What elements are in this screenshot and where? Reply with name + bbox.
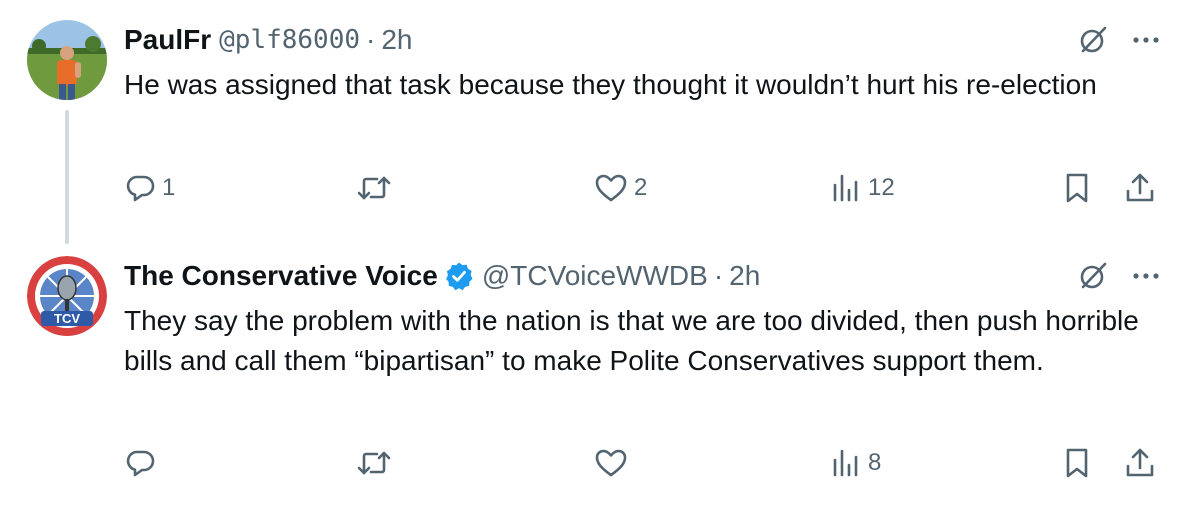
- thread-line: [65, 110, 69, 244]
- reply-button[interactable]: [124, 443, 162, 483]
- retweet-button[interactable]: [356, 168, 398, 208]
- verified-badge-icon[interactable]: [444, 261, 474, 291]
- avatar[interactable]: [27, 20, 107, 100]
- tweet-text: They say the problem with the nation is …: [124, 305, 1139, 376]
- bookmark-button[interactable]: [1062, 443, 1092, 483]
- grok-icon[interactable]: [1076, 23, 1110, 57]
- tweet-top-actions: [1076, 256, 1160, 296]
- like-icon: [594, 447, 628, 479]
- tweet-actions: 8: [124, 443, 1164, 483]
- tweet-2[interactable]: TCV The Conservative Voice @TCVoiceWWDB …: [0, 244, 1196, 506]
- share-icon: [1124, 171, 1156, 205]
- tweet-header: The Conservative Voice @TCVoiceWWDB · 2h: [124, 256, 760, 296]
- tweet-top-actions: [1076, 20, 1160, 60]
- share-button[interactable]: [1124, 443, 1156, 483]
- avatar[interactable]: TCV: [27, 256, 107, 336]
- like-button[interactable]: [594, 443, 634, 483]
- like-button[interactable]: 2: [594, 168, 647, 208]
- avatar-photo: [27, 20, 107, 100]
- handle[interactable]: @TCVoiceWWDB: [482, 256, 708, 296]
- handle[interactable]: @plf86000: [219, 20, 360, 60]
- avatar-badge-text: TCV: [54, 311, 80, 326]
- retweet-icon: [356, 172, 392, 204]
- bookmark-icon: [1062, 171, 1092, 205]
- separator: ·: [713, 260, 724, 291]
- views-count: 8: [868, 449, 882, 476]
- reply-count: 1: [162, 174, 176, 201]
- bookmark-icon: [1062, 446, 1092, 480]
- tweet-text: He was assigned that task because they t…: [124, 69, 1097, 100]
- display-name[interactable]: The Conservative Voice: [124, 256, 438, 296]
- tweet-header: PaulFr @plf86000 · 2h: [124, 20, 413, 60]
- bookmark-button[interactable]: [1062, 168, 1092, 208]
- views-button[interactable]: 8: [830, 443, 881, 483]
- views-count: 12: [868, 174, 895, 201]
- more-icon[interactable]: [1132, 271, 1160, 281]
- views-button[interactable]: 12: [830, 168, 895, 208]
- views-icon: [830, 447, 862, 479]
- grok-icon[interactable]: [1076, 259, 1110, 293]
- tweet-actions: 1 2 12: [124, 168, 1164, 208]
- separator: ·: [366, 24, 376, 55]
- avatar-logo: TCV: [27, 256, 107, 336]
- share-button[interactable]: [1124, 168, 1156, 208]
- retweet-icon: [356, 447, 392, 479]
- like-count: 2: [634, 174, 648, 201]
- reply-button[interactable]: 1: [124, 168, 175, 208]
- retweet-button[interactable]: [356, 443, 398, 483]
- timestamp[interactable]: 2h: [729, 256, 760, 296]
- like-icon: [594, 172, 628, 204]
- reply-icon: [124, 447, 156, 479]
- tweet-1[interactable]: PaulFr @plf86000 · 2h He was assigned th…: [0, 0, 1196, 244]
- timestamp[interactable]: 2h: [381, 20, 412, 60]
- more-icon[interactable]: [1132, 35, 1160, 45]
- views-icon: [830, 172, 862, 204]
- display-name[interactable]: PaulFr: [124, 20, 211, 60]
- reply-icon: [124, 172, 156, 204]
- share-icon: [1124, 446, 1156, 480]
